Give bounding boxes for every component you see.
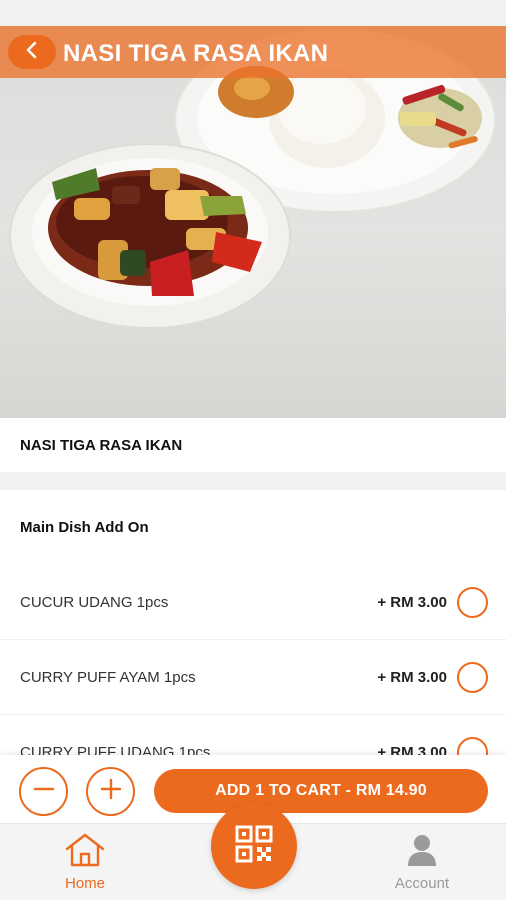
back-button[interactable]	[8, 35, 56, 69]
addon-row[interactable]: CURRY PUFF UDANG 1pcs + RM 3.00	[0, 715, 506, 760]
addon-radio[interactable]	[457, 661, 488, 693]
nav-home-label: Home	[64, 875, 105, 892]
status-bar	[0, 0, 506, 26]
addon-heading: Main Dish Add On	[20, 519, 149, 536]
increase-quantity-button[interactable]	[86, 767, 135, 816]
home-icon	[64, 832, 106, 873]
minus-icon	[32, 777, 56, 806]
addon-name: CURRY PUFF AYAM 1pcs	[20, 668, 196, 686]
plus-icon	[99, 777, 123, 806]
qr-code-icon	[235, 825, 273, 868]
decrease-quantity-button[interactable]	[19, 767, 68, 816]
add-to-cart-button[interactable]: ADD 1 TO CART - RM 14.90	[154, 769, 488, 813]
product-name-section: NASI TIGA RASA IKAN	[0, 418, 506, 472]
nav-account[interactable]: Account	[377, 832, 467, 892]
addon-section: Main Dish Add On CUCUR UDANG 1pcs + RM 3…	[0, 490, 506, 760]
account-icon	[404, 832, 440, 873]
addon-radio[interactable]	[457, 586, 488, 618]
addon-price: + RM 3.00	[377, 668, 447, 686]
addon-price: + RM 3.00	[377, 593, 447, 611]
page-title: NASI TIGA RASA IKAN	[63, 40, 329, 67]
qr-scan-button[interactable]	[211, 803, 297, 889]
addon-row[interactable]: CUCUR UDANG 1pcs + RM 3.00	[0, 565, 506, 640]
top-bar: NASI TIGA RASA IKAN	[0, 26, 506, 78]
addon-row[interactable]: CURRY PUFF AYAM 1pcs + RM 3.00	[0, 640, 506, 715]
nav-account-label: Account	[394, 875, 450, 892]
chevron-left-icon	[24, 41, 40, 64]
product-name: NASI TIGA RASA IKAN	[20, 436, 183, 454]
addon-name: CUCUR UDANG 1pcs	[20, 593, 169, 611]
nav-home[interactable]: Home	[40, 832, 130, 892]
